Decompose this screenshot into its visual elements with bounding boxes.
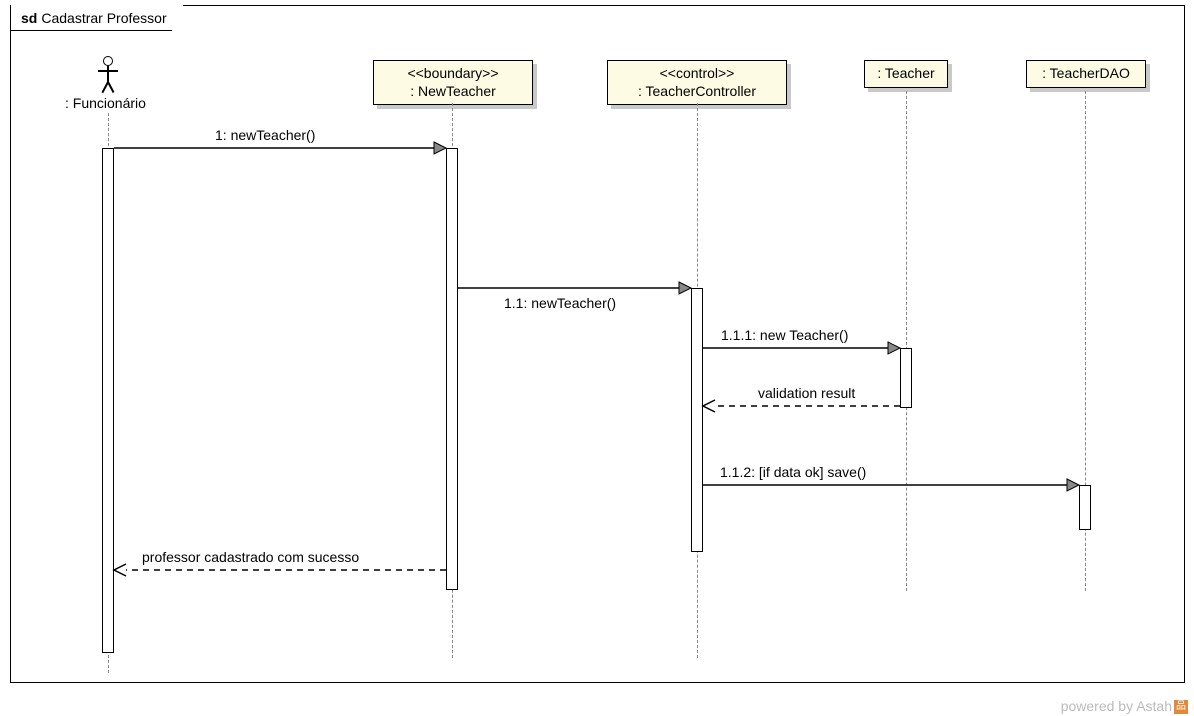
stereotype-boundary: <<boundary>>	[382, 65, 524, 83]
lifeline-control-name: : TeacherController	[616, 83, 778, 101]
lifeline-teacherdao: : TeacherDAO	[1026, 60, 1146, 88]
astah-logo-icon: 品	[1174, 700, 1188, 714]
lifeline-teacherdao-name: : TeacherDAO	[1035, 65, 1137, 83]
label-m1: 1: newTeacher()	[215, 127, 315, 143]
actor-label: : Funcionário	[65, 95, 146, 111]
lifeline-teacher: : Teacher	[864, 60, 948, 88]
sequence-frame	[10, 5, 1185, 683]
frame-title: Cadastrar Professor	[41, 10, 166, 26]
lifeline-teachercontroller: <<control>> : TeacherController	[607, 60, 787, 105]
frame-title-tab: sd Cadastrar Professor	[10, 5, 184, 31]
footer-credit: powered by Astah品	[1061, 698, 1188, 714]
actor-icon-body	[107, 66, 109, 82]
label-m111: 1.1.1: new Teacher()	[721, 327, 848, 343]
lifeline-boundary-name: : NewTeacher	[382, 83, 524, 101]
label-m11: 1.1: newTeacher()	[504, 295, 616, 311]
activation-actor	[102, 148, 114, 653]
frame-prefix: sd	[21, 10, 37, 26]
activation-boundary	[446, 148, 458, 590]
actor-icon	[103, 56, 113, 66]
label-r111: validation result	[758, 385, 855, 401]
activation-control	[691, 288, 703, 552]
stereotype-control: <<control>>	[616, 65, 778, 83]
actor-icon-arms	[98, 70, 118, 72]
arrow-m11	[458, 280, 696, 296]
lifeline-newteacher: <<boundary>> : NewTeacher	[373, 60, 533, 105]
label-m112: 1.1.2: [if data ok] save()	[720, 464, 866, 480]
label-ret: professor cadastrado com sucesso	[142, 549, 359, 565]
footer-text: powered by Astah	[1061, 698, 1172, 714]
lifeline-teacher-name: : Teacher	[873, 65, 939, 83]
lifeline-dash-teacher	[906, 91, 907, 591]
